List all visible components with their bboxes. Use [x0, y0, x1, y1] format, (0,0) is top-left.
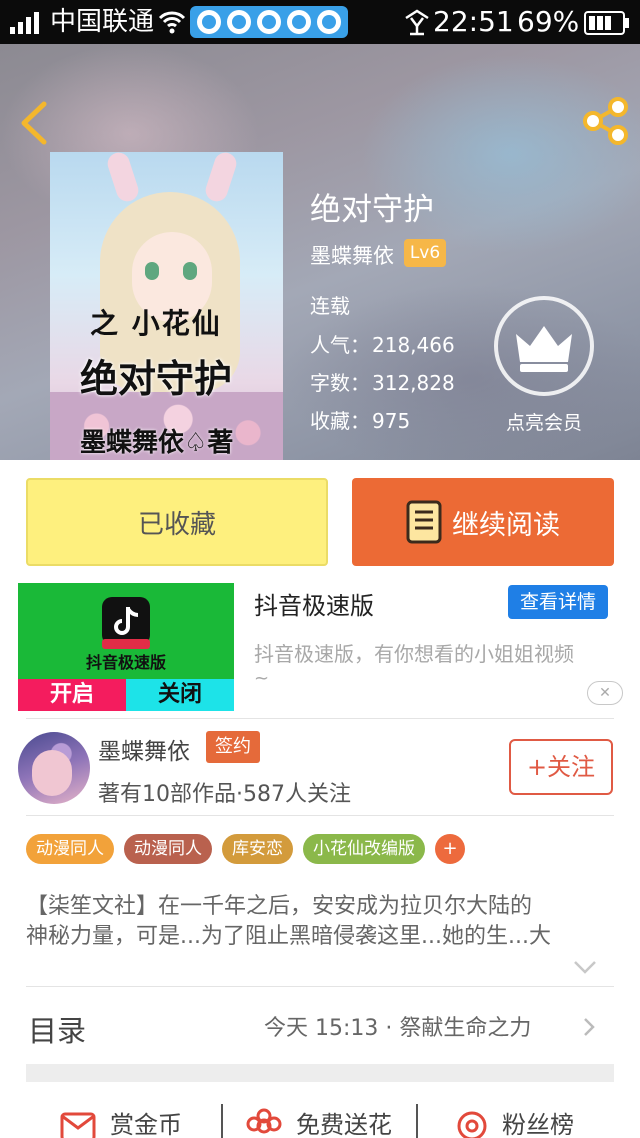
notification-icon	[257, 10, 281, 34]
intro-line: 【柒笙文社】在一千年之后，安安成为拉贝尔大陆的	[26, 894, 533, 919]
medal-icon	[457, 1111, 487, 1138]
more-tags-button[interactable]: +	[435, 834, 465, 864]
stat-favorites: 收藏： 975	[310, 409, 411, 433]
continue-reading-label: 继续阅读	[452, 509, 560, 541]
signed-badge: 签约	[206, 731, 260, 763]
stat-word-count: 字数： 312,828	[310, 371, 455, 395]
cover-subtitle: 之 小花仙	[90, 307, 222, 340]
notification-icon	[197, 10, 221, 34]
stat-popularity: 人气： 218,466	[310, 333, 455, 357]
crown-icon	[516, 326, 572, 372]
ad-close-label: 关闭	[126, 679, 234, 711]
section-divider	[26, 1064, 614, 1082]
cover-author: 墨蝶舞依♤著	[80, 428, 234, 458]
alarm-icon	[405, 9, 429, 36]
avatar[interactable]	[18, 732, 90, 804]
expand-chevron-icon[interactable]	[572, 958, 598, 976]
ad-image-title: 抖音极速版	[85, 653, 166, 672]
author-meta: 著有10部作品·587人关注	[98, 782, 351, 807]
battery-icon	[584, 11, 629, 35]
ad-description: 抖音极速版，有你想看的小姐姐视频	[254, 642, 574, 666]
back-chevron-icon[interactable]	[14, 100, 54, 146]
book-icon	[406, 500, 442, 544]
intro-line: 神秘力量，可是...为了阻止黑暗侵袭这里...她的生...大	[26, 924, 551, 949]
vip-label[interactable]: 点亮会员	[494, 408, 594, 435]
reward-coins-label: 赏金币	[110, 1110, 182, 1138]
tag-item[interactable]: 动漫同人	[124, 834, 212, 864]
tiktok-logo-icon	[102, 597, 150, 645]
reward-coins-button[interactable]: 赏金币	[56, 1102, 182, 1138]
envelope-icon	[60, 1112, 96, 1138]
fans-ranking-button[interactable]: 粉丝榜	[452, 1102, 574, 1138]
notification-icons	[190, 6, 348, 38]
chevron-right-icon[interactable]	[582, 1016, 596, 1038]
carrier-label: 中国联通	[50, 7, 155, 37]
cover-title: 绝对守护	[80, 357, 233, 401]
author-name[interactable]: 墨蝶舞依	[310, 240, 394, 270]
ad-image[interactable]: 抖音极速版 开启 关闭	[18, 583, 234, 711]
ad-open-label: 开启	[18, 679, 126, 711]
wifi-icon	[158, 11, 186, 34]
flower-icon	[246, 1108, 282, 1134]
free-flowers-label: 免费送花	[296, 1110, 392, 1138]
signal-icon	[10, 12, 39, 34]
toc-label[interactable]: 目录	[28, 1008, 86, 1050]
free-flowers-button[interactable]: 免费送花	[242, 1102, 392, 1138]
author-row-name[interactable]: 墨蝶舞依	[98, 732, 190, 766]
tag-list: 动漫同人 动漫同人 库安恋 小花仙改编版 +	[26, 834, 465, 864]
continue-reading-button[interactable]: 继续阅读	[352, 478, 614, 566]
toc-latest-chapter[interactable]: 今天 15:13 · 祭献生命之力	[264, 1010, 531, 1042]
ad-title[interactable]: 抖音极速版	[254, 586, 374, 621]
ad-description-tail: ~	[254, 668, 270, 689]
notification-icon	[227, 10, 251, 34]
battery-percent: 69%	[517, 5, 580, 38]
fans-ranking-label: 粉丝榜	[502, 1110, 574, 1138]
book-intro[interactable]: 【柒笙文社】在一千年之后，安安成为拉贝尔大陆的 神秘力量，可是...为了阻止黑暗…	[26, 892, 614, 952]
vip-button[interactable]	[494, 296, 594, 396]
bottom-actions: 赏金币 免费送花 粉丝榜	[0, 1100, 640, 1138]
share-icon[interactable]	[580, 96, 630, 146]
serial-status: 连载	[310, 294, 350, 318]
level-badge: Lv6	[404, 239, 446, 267]
tag-item[interactable]: 动漫同人	[26, 834, 114, 864]
ad-detail-button[interactable]: 查看详情	[508, 585, 608, 619]
book-title: 绝对守护	[310, 192, 434, 228]
tag-item[interactable]: 库安恋	[222, 834, 293, 864]
status-bar: 中国联通 22:51 69%	[0, 0, 640, 44]
ad-close-icon[interactable]: ✕	[587, 681, 623, 705]
collected-button[interactable]: 已收藏	[26, 478, 328, 566]
clock-time: 22:51	[433, 5, 514, 38]
book-cover[interactable]: 之 小花仙 绝对守护 墨蝶舞依♤著	[50, 152, 283, 460]
tag-item[interactable]: 小花仙改编版	[303, 834, 425, 864]
notification-icon	[287, 10, 311, 34]
follow-button[interactable]: +关注	[509, 739, 613, 795]
notification-icon	[317, 10, 341, 34]
